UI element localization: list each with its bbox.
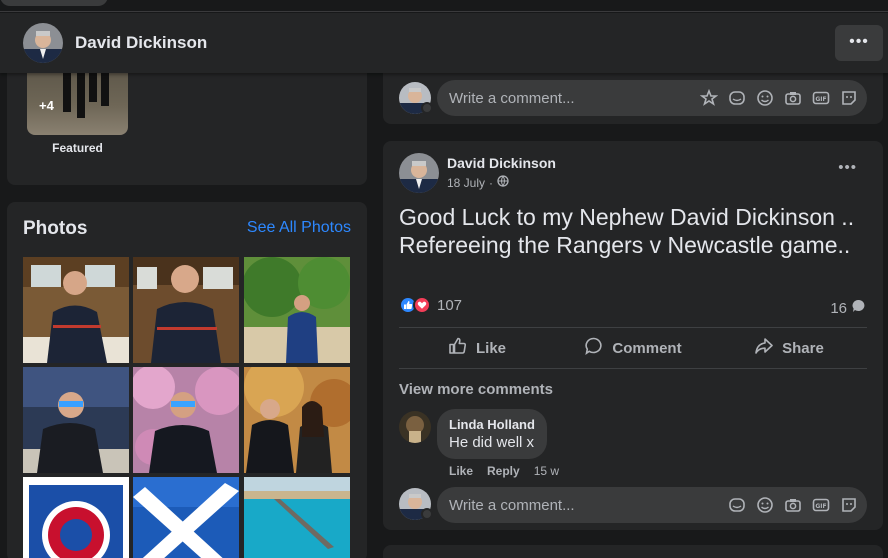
photo-thumbnail[interactable] [23, 367, 129, 473]
comment-count[interactable]: 16 [830, 298, 867, 318]
reply-avatar[interactable] [399, 411, 431, 443]
sticker-icon[interactable] [727, 89, 747, 107]
comment-button[interactable]: Comment [555, 328, 711, 368]
profile-name[interactable]: David Dickinson [75, 33, 207, 53]
sticker-face-icon[interactable] [839, 496, 859, 514]
svg-text:GIF: GIF [815, 503, 826, 510]
next-post-card [383, 545, 883, 558]
comment-count-value: 16 [830, 299, 847, 317]
featured-count: +4 [39, 98, 54, 113]
comment-input[interactable]: Write a comment... GIF [437, 487, 867, 523]
meta-separator: · [489, 175, 494, 190]
featured-card: +4 Featured [7, 60, 367, 185]
post-more-button[interactable]: ••• [838, 159, 857, 176]
sticker-icon[interactable] [727, 496, 747, 514]
share-label: Share [782, 339, 824, 357]
emoji-icon[interactable] [755, 89, 775, 107]
photo-thumbnail[interactable] [133, 367, 239, 473]
photo-thumbnail[interactable] [244, 367, 350, 473]
like-label: Like [475, 339, 506, 357]
reply-reply-link[interactable]: Reply [487, 464, 520, 478]
comment-placeholder: Write a comment... [449, 497, 575, 514]
avatar-sticker-icon[interactable] [699, 89, 719, 107]
photos-card: Photos See All Photos [7, 202, 367, 558]
comment-label: Comment [612, 339, 682, 357]
share-icon [754, 336, 774, 360]
gif-icon[interactable]: GIF [811, 89, 831, 107]
like-button[interactable]: Like [399, 328, 555, 368]
chevron-down-icon[interactable] [421, 102, 433, 114]
post-meta: 18 July · [447, 175, 509, 190]
photo-thumbnail[interactable] [23, 477, 129, 558]
featured-label: Featured [52, 141, 103, 155]
comment-placeholder: Write a comment... [449, 90, 575, 107]
reply-text: He did well x [449, 434, 535, 451]
photo-thumbnail[interactable] [23, 257, 129, 363]
photos-title: Photos [23, 218, 88, 239]
post-author-avatar[interactable] [399, 153, 439, 193]
camera-icon[interactable] [783, 496, 803, 514]
svg-text:GIF: GIF [815, 96, 826, 103]
comment-icon [584, 336, 604, 360]
top-strip [0, 0, 888, 12]
view-more-comments-link[interactable]: View more comments [399, 381, 553, 398]
love-reaction-icon [413, 296, 431, 314]
reply-bubble: Linda Holland He did well x [437, 409, 547, 459]
post-card: David Dickinson 18 July · ••• Good Luck … [383, 141, 883, 530]
post-date[interactable]: 18 July [447, 176, 485, 190]
profile-avatar[interactable] [23, 23, 63, 63]
post-author-name[interactable]: David Dickinson [447, 155, 556, 171]
gif-icon[interactable]: GIF [811, 496, 831, 514]
globe-icon[interactable] [497, 175, 509, 190]
top-pill [0, 0, 108, 6]
post-text: Good Luck to my Nephew David Dickinson .… [399, 204, 855, 258]
reply-like-link[interactable]: Like [449, 464, 473, 478]
reply-author[interactable]: Linda Holland [449, 417, 535, 432]
photo-thumbnail[interactable] [133, 257, 239, 363]
camera-icon[interactable] [783, 89, 803, 107]
post-actions: Like Comment Share [399, 328, 867, 368]
reaction-count: 107 [437, 296, 463, 314]
thumbs-up-icon [448, 336, 468, 360]
divider [399, 368, 867, 369]
sticker-face-icon[interactable] [839, 89, 859, 107]
see-all-photos-link[interactable]: See All Photos [247, 219, 351, 237]
photo-thumbnail[interactable] [244, 257, 350, 363]
profile-header: David Dickinson ••• [0, 13, 888, 73]
reply-actions: Like Reply 15 w [449, 464, 559, 478]
emoji-icon[interactable] [755, 496, 775, 514]
share-button[interactable]: Share [711, 328, 867, 368]
photo-thumbnail[interactable] [133, 477, 239, 558]
chevron-down-icon[interactable] [421, 508, 433, 520]
photo-thumbnail[interactable] [244, 477, 350, 558]
more-options-button[interactable]: ••• [835, 25, 883, 61]
reply-time[interactable]: 15 w [534, 464, 559, 478]
composer-icons: GIF [727, 496, 859, 514]
comment-input[interactable]: Write a comment... GIF [437, 80, 867, 116]
reactions-summary[interactable]: 107 [399, 296, 462, 314]
composer-icons: GIF [699, 89, 859, 107]
speech-bubble-icon [851, 298, 867, 318]
